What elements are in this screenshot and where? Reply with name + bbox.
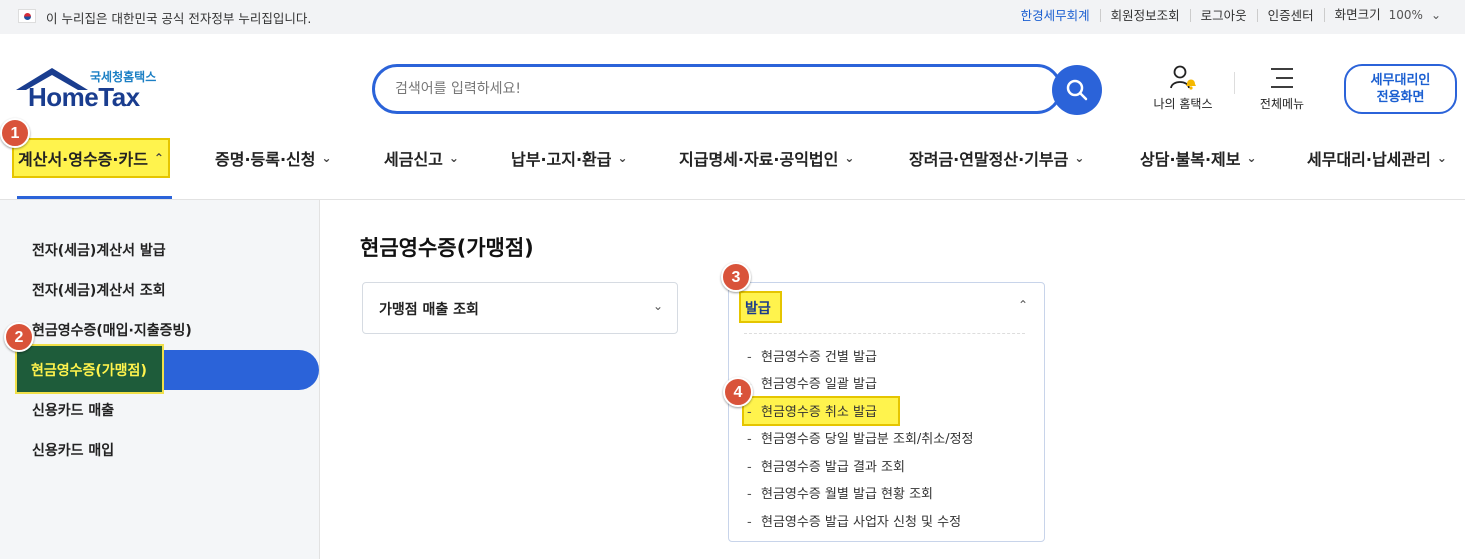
divider bbox=[1234, 72, 1235, 94]
logo-title: HomeTax bbox=[28, 82, 140, 112]
search-icon bbox=[1066, 79, 1088, 101]
bullet: - bbox=[747, 350, 752, 365]
all-menu-button[interactable]: 전체메뉴 bbox=[1252, 64, 1312, 112]
nav-label: 증명·등록·신청 bbox=[215, 150, 316, 169]
agent-line2: 전용화면 bbox=[1376, 90, 1425, 105]
sidebar-item-credit-purchase[interactable]: 신용카드 매입 bbox=[32, 440, 114, 460]
nav-invoice-receipt-card[interactable]: 계산서·영수증·카드 ⌃ bbox=[12, 138, 170, 178]
chevron-down-icon: ⌄ bbox=[617, 151, 628, 165]
hamburger-icon bbox=[1271, 68, 1293, 88]
nav-label: 납부·고지·환급 bbox=[511, 150, 612, 169]
cert-center-link[interactable]: 인증센터 bbox=[1256, 8, 1324, 22]
my-hometax-button[interactable]: 나의 홈택스 bbox=[1148, 64, 1218, 112]
panel-label: 가맹점 매출 조회 bbox=[379, 302, 479, 318]
issue-panel-header[interactable]: 발급 bbox=[739, 291, 782, 323]
nav-label: 세무대리·납세관리 bbox=[1307, 150, 1431, 169]
panel-divider bbox=[744, 333, 1025, 334]
item-label: 현금영수증 취소 발급 bbox=[761, 405, 877, 420]
issue-item-sameday[interactable]: - 현금영수증 당일 발급분 조회/취소/정정 bbox=[747, 428, 974, 447]
nav-tax-return[interactable]: 세금신고 ⌄ bbox=[384, 140, 459, 176]
item-label: 현금영수증 발급 결과 조회 bbox=[761, 460, 905, 475]
chevron-down-icon: ⌄ bbox=[652, 299, 663, 313]
search-box bbox=[372, 64, 1062, 114]
issue-item-business-apply[interactable]: - 현금영수증 발급 사업자 신청 및 수정 bbox=[747, 511, 961, 530]
chevron-down-icon: ⌄ bbox=[1246, 151, 1257, 165]
nav-label: 장려금·연말정산·기부금 bbox=[909, 150, 1069, 169]
issue-item-monthly[interactable]: - 현금영수증 월별 발급 현황 조회 bbox=[747, 483, 933, 502]
member-info-link[interactable]: 회원정보조회 bbox=[1099, 8, 1190, 22]
issue-item-result[interactable]: - 현금영수증 발급 결과 조회 bbox=[747, 456, 905, 475]
chevron-down-icon: ⌄ bbox=[448, 151, 459, 165]
main-nav: 계산서·영수증·카드 ⌃ 증명·등록·신청 ⌄ 세금신고 ⌄ 납부·고지·환급 ⌄ 지급… bbox=[0, 138, 1465, 180]
chevron-up-icon[interactable]: ⌃ bbox=[1018, 298, 1028, 312]
sidebar-item-einvoice-inquiry[interactable]: 전자(세금)계산서 조회 bbox=[32, 280, 166, 300]
sidebar-item-cash-receipt-merchant[interactable]: 현금영수증(가맹점) bbox=[15, 344, 164, 394]
zoom-text: 화면크기 bbox=[1334, 7, 1381, 22]
bullet: - bbox=[747, 515, 752, 530]
search-input[interactable] bbox=[395, 67, 1035, 111]
chevron-down-icon: ⌄ bbox=[321, 151, 332, 165]
issue-item-bulk[interactable]: -현금영수증 일괄 발급 bbox=[747, 373, 877, 392]
chevron-down-icon: ⌄ bbox=[844, 151, 855, 165]
nav-certificate-register[interactable]: 증명·등록·신청 ⌄ bbox=[215, 140, 332, 176]
zoom-label[interactable]: 화면크기 100% ⌄ bbox=[1323, 7, 1451, 22]
sidebar-item-credit-sales[interactable]: 신용카드 매출 bbox=[32, 400, 114, 420]
bullet: - bbox=[747, 487, 752, 502]
step-badge-3: 3 bbox=[721, 262, 751, 292]
bullet: - bbox=[747, 405, 752, 420]
nav-agent-management[interactable]: 세무대리·납세관리 ⌄ bbox=[1307, 140, 1447, 176]
step-badge-2: 2 bbox=[4, 322, 34, 352]
nav-consult-appeal[interactable]: 상담·불복·제보 ⌄ bbox=[1140, 140, 1257, 176]
merchant-sales-panel[interactable]: 가맹점 매출 조회 ⌄ bbox=[362, 282, 678, 334]
sidebar-item-einvoice-issue[interactable]: 전자(세금)계산서 발급 bbox=[32, 240, 166, 260]
item-label: 현금영수증 발급 사업자 신청 및 수정 bbox=[761, 515, 962, 530]
nav-label: 상담·불복·제보 bbox=[1140, 150, 1241, 169]
chevron-down-icon: ⌄ bbox=[1074, 151, 1085, 165]
utility-links: 한경세무회계 회원정보조회 로그아웃 인증센터 화면크기 100% ⌄ bbox=[1011, 8, 1451, 22]
issue-item-single[interactable]: - 현금영수증 건별 발급 bbox=[747, 346, 877, 365]
bullet: - bbox=[747, 460, 752, 475]
nav-payment-refund[interactable]: 납부·고지·환급 ⌄ bbox=[511, 140, 628, 176]
gov-notice: 이 누리집은 대한민국 공식 전자정부 누리집입니다. bbox=[46, 11, 312, 26]
item-label: 현금영수증 일괄 발급 bbox=[761, 377, 877, 392]
my-hometax-label: 나의 홈택스 bbox=[1153, 97, 1213, 111]
step-badge-1: 1 bbox=[0, 118, 30, 148]
nav-label: 지급명세·자료·공익법인 bbox=[679, 150, 839, 169]
nav-incentive-yearend[interactable]: 장려금·연말정산·기부금 ⌄ bbox=[909, 140, 1084, 176]
tax-agent-button[interactable]: 세무대리인 전용화면 bbox=[1344, 64, 1457, 114]
page-title: 현금영수증(가맹점) bbox=[360, 236, 534, 260]
company-link[interactable]: 한경세무회계 bbox=[1011, 9, 1100, 22]
nav-payment-statement[interactable]: 지급명세·자료·공익법인 ⌄ bbox=[679, 140, 854, 176]
chevron-down-icon: ⌄ bbox=[1436, 151, 1447, 165]
nav-label: 계산서·영수증·카드 bbox=[18, 150, 148, 169]
item-label: 현금영수증 당일 발급분 조회/취소/정정 bbox=[761, 432, 974, 447]
search-button[interactable] bbox=[1052, 65, 1102, 115]
user-bell-icon bbox=[1170, 65, 1196, 90]
item-label: 현금영수증 월별 발급 현황 조회 bbox=[761, 487, 934, 502]
sidebar-item-cash-receipt-purchase[interactable]: 현금영수증(매입·지출증빙) bbox=[32, 320, 192, 340]
all-menu-label: 전체메뉴 bbox=[1259, 97, 1305, 111]
korea-flag-icon bbox=[18, 9, 36, 23]
nav-label: 세금신고 bbox=[384, 150, 443, 169]
item-label: 현금영수증 건별 발급 bbox=[761, 350, 877, 365]
issue-item-cancel[interactable]: - 현금영수증 취소 발급 bbox=[747, 401, 877, 420]
chevron-down-icon: ⌄ bbox=[1430, 8, 1441, 22]
gov-banner: 이 누리집은 대한민국 공식 전자정부 누리집입니다. 한경세무회계 회원정보조… bbox=[0, 0, 1465, 34]
zoom-value: 100% bbox=[1388, 8, 1423, 22]
bullet: - bbox=[747, 432, 752, 447]
chevron-up-icon: ⌃ bbox=[153, 151, 164, 165]
logout-link[interactable]: 로그아웃 bbox=[1189, 8, 1257, 22]
step-badge-4: 4 bbox=[723, 377, 753, 407]
agent-line1: 세무대리인 bbox=[1370, 73, 1431, 88]
